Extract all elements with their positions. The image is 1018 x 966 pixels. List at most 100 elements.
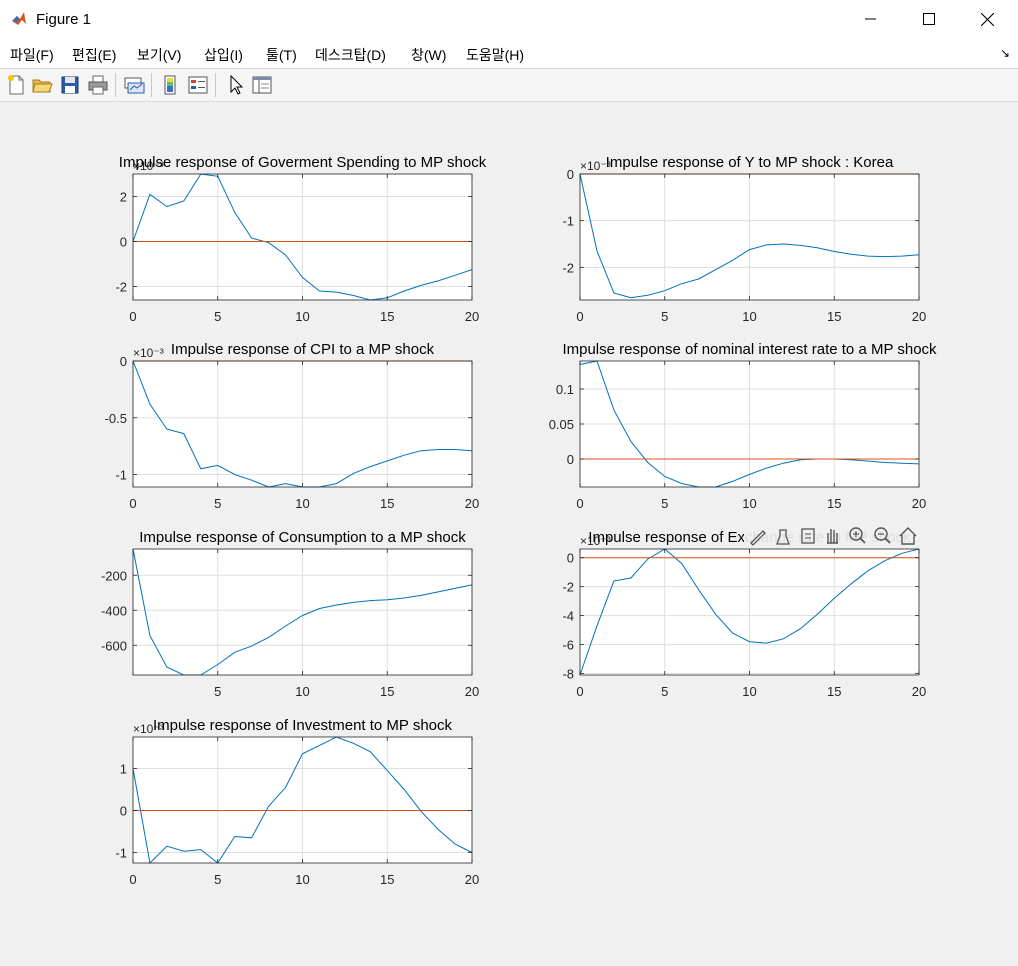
plots-svg: 0 5 10 15 2020-2×10⁻³Impulse response of Gov… <box>101 154 937 887</box>
x-tick-label: 20 <box>465 872 479 887</box>
axes-6[interactable]: 0 5 10 15 200-2-4-6-8×10⁻³Impulse response o… <box>562 529 926 699</box>
colorbar-icon[interactable] <box>159 74 181 96</box>
legend-icon[interactable] <box>187 74 209 96</box>
y-tick-label: 0 <box>120 235 127 250</box>
x-tick-label: 0 <box>129 496 136 511</box>
x-tick-label: 5 <box>214 309 221 324</box>
menu-view[interactable]: 보기(V) <box>137 45 181 65</box>
minimize-icon <box>865 18 876 20</box>
y-tick-label: 0 <box>567 551 574 566</box>
y-tick-label: 0.05 <box>549 417 574 432</box>
axes-title: Impulse response of CPI to a MP shock <box>171 341 435 358</box>
x-tick-label: 20 <box>465 309 479 324</box>
x-tick-label: 15 <box>380 872 394 887</box>
y-tick-label: 1 <box>120 762 127 777</box>
x-tick-label: 15 <box>380 309 394 324</box>
x-tick-label: 10 <box>742 684 756 699</box>
menu-insert[interactable]: 삽입(I) <box>204 45 243 65</box>
x-tick-label: 5 <box>661 496 668 511</box>
y-tick-label: -1 <box>115 846 127 861</box>
x-tick-label: 20 <box>465 496 479 511</box>
y-tick-label: -400 <box>101 603 127 618</box>
axes-5[interactable]: 5 10 15 20 -200 -400 -600 Impulse response of C… <box>101 529 479 699</box>
axes-toolbar <box>744 525 923 547</box>
y-tick-label: -0.5 <box>105 411 127 426</box>
x-tick-label: 20 <box>912 309 926 324</box>
y-tick-label: -2 <box>562 580 574 595</box>
figure-canvas: 0 5 10 15 20 2 0 -2 ×10⁻³ Impulse response of Gov… <box>0 101 1018 961</box>
maximize-icon <box>923 13 935 25</box>
menu-edit[interactable]: 편집(E) <box>72 45 116 65</box>
close-button[interactable] <box>958 0 1016 38</box>
y-tick-label: -4 <box>562 609 574 624</box>
axes-title: Impulse response of Investment to MP sho… <box>153 717 453 734</box>
x-tick-label: 0 <box>576 684 583 699</box>
axes-3[interactable]: 0 5 10 15 20 0 -0.5 -1 ×10⁻³ Impulse response of … <box>105 341 480 511</box>
new-figure-icon[interactable] <box>5 74 27 96</box>
axes-title: Impulse response of Y to MP shock : Kore… <box>606 154 894 171</box>
x-tick-label: 10 <box>742 309 756 324</box>
x-tick-label: 15 <box>380 496 394 511</box>
menu-window[interactable]: 창(W) <box>411 45 446 65</box>
y-tick-label: -1 <box>562 214 574 229</box>
x-tick-label: 15 <box>827 684 841 699</box>
link-plot-icon[interactable] <box>123 74 145 96</box>
x-tick-label: 15 <box>827 496 841 511</box>
axes-2[interactable]: 0 5 10 15 200-1-2×10⁻³Impulse response of Y … <box>562 154 926 324</box>
title-bar: Figure 1 <box>0 0 1018 38</box>
toolbar-separator <box>151 73 152 97</box>
menu-bar: 파일(F) 편집(E) 보기(V) 삽입(I) 툴(T) 데스크탑(D) 창(W… <box>0 38 1018 68</box>
y-tick-label: 0 <box>120 804 127 819</box>
x-tick-label: 10 <box>295 496 309 511</box>
toolbar-separator <box>215 73 216 97</box>
y-tick-label: 0 <box>567 452 574 467</box>
matlab-logo-icon <box>11 11 27 27</box>
y-tick-label: -8 <box>562 667 574 682</box>
x-tick-label: 5 <box>661 309 668 324</box>
menu-help[interactable]: 도움말(H) <box>466 45 524 65</box>
x-tick-label: 0 <box>576 496 583 511</box>
menu-file[interactable]: 파일(F) <box>10 45 54 65</box>
minimize-button[interactable] <box>842 0 900 38</box>
y-tick-label: -1 <box>115 468 127 483</box>
x-tick-label: 20 <box>912 496 926 511</box>
x-tick-label: 5 <box>214 872 221 887</box>
y-tick-label: -600 <box>101 638 127 653</box>
y-tick-label: -2 <box>562 260 574 275</box>
window-title: Figure 1 <box>36 11 92 28</box>
y-tick-label: -200 <box>101 568 127 583</box>
toolbar-separator <box>115 73 116 97</box>
axes-1[interactable]: 0 5 10 15 2020-2×10⁻³Impulse response of Gov… <box>115 154 486 324</box>
axes-title: Impulse response of Goverment Spending t… <box>119 154 487 171</box>
edit-plot-icon[interactable] <box>225 74 247 96</box>
y-tick-label: -6 <box>562 638 574 653</box>
maximize-button[interactable] <box>900 0 958 38</box>
x-tick-label: 5 <box>214 684 221 699</box>
open-file-icon[interactable] <box>31 74 53 96</box>
axes-7[interactable]: 0 5 10 15 2010-1×10⁻³Impulse response of Inv… <box>115 717 479 887</box>
save-icon[interactable] <box>59 74 81 96</box>
x-tick-label: 15 <box>380 684 394 699</box>
x-tick-label: 10 <box>295 309 309 324</box>
x-tick-label: 0 <box>129 872 136 887</box>
menu-desktop[interactable]: 데스크탑(D) <box>315 45 386 65</box>
x-tick-label: 10 <box>295 872 309 887</box>
x-tick-label: 20 <box>465 684 479 699</box>
y-tick-label: 0.1 <box>556 382 574 397</box>
close-icon <box>980 12 994 26</box>
x-tick-label: 20 <box>912 684 926 699</box>
axes-4[interactable]: 0 5 10 15 20 0.1 0.05 0 Impulse response of nomi… <box>549 341 937 511</box>
y-exponent-label: ×10⁻³ <box>133 346 164 360</box>
x-tick-label: 0 <box>576 309 583 324</box>
x-tick-label: 10 <box>742 496 756 511</box>
y-tick-label: 0 <box>120 354 127 369</box>
y-tick-label: 0 <box>567 167 574 182</box>
x-tick-label: 10 <box>295 684 309 699</box>
property-inspector-icon[interactable] <box>251 74 273 96</box>
toolbar-dock-arrow-icon[interactable]: ↘ <box>1000 46 1010 60</box>
menu-tools[interactable]: 툴(T) <box>266 45 297 65</box>
x-tick-label: 0 <box>129 309 136 324</box>
x-tick-label: 5 <box>214 496 221 511</box>
axes-title: Impulse response of nominal interest rat… <box>562 341 937 358</box>
print-icon[interactable] <box>87 74 109 96</box>
